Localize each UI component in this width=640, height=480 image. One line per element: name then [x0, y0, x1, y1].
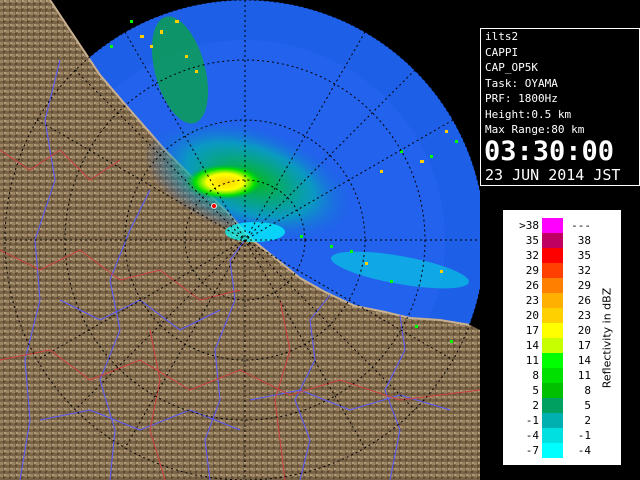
legend-color-swatch: [542, 308, 563, 323]
reflectivity-legend: >38 --- 35 38 32 35 29 32 26 29 23 26 20 23 17 20 14 17 11…: [503, 210, 621, 465]
legend-row-high: 11: [577, 369, 591, 382]
legend-row-low: 29: [525, 264, 539, 277]
info-site: ilts2: [485, 30, 519, 43]
legend-row-low: 26: [525, 279, 539, 292]
legend-row-low: 5: [532, 384, 539, 397]
echo-clutter-center: [225, 222, 285, 242]
legend-color-swatch: [542, 248, 563, 263]
scan-time: 03:30:00: [484, 135, 615, 167]
legend-color-swatch: [542, 413, 563, 428]
legend-color-swatch: [542, 398, 563, 413]
legend-color-swatch: [542, 323, 563, 338]
info-task: Task: OYAMA: [485, 76, 558, 90]
legend-color-swatch: [542, 383, 563, 398]
legend-row-high: 29: [577, 279, 591, 292]
legend-row-high: 32: [577, 264, 591, 277]
legend-row-high: 20: [577, 324, 591, 337]
legend-row-low: -7: [525, 444, 539, 457]
legend-row-high: 14: [577, 354, 591, 367]
legend-row-low: 35: [525, 234, 539, 247]
legend-row-low: 11: [525, 354, 539, 367]
info-product-name: CAP_OP5K: [485, 61, 538, 74]
legend-color-swatch: [542, 278, 563, 293]
legend-row-high: -4: [577, 444, 591, 457]
legend-row-high: ---: [571, 219, 591, 232]
legend-row-low: -4: [525, 429, 539, 442]
legend-color-swatch: [542, 233, 563, 248]
legend-row-high: 38: [577, 234, 591, 247]
legend-row-high: 23: [577, 309, 591, 322]
legend-color-swatch: [542, 338, 563, 353]
info-height: Height:0.5 km: [485, 107, 572, 121]
radar-site-marker: [211, 203, 217, 209]
legend-row-high: 2: [584, 414, 591, 427]
legend-color-swatch: [542, 368, 563, 383]
legend-row-high: 26: [577, 294, 591, 307]
legend-color-swatch: [542, 293, 563, 308]
legend-row-low: 14: [525, 339, 539, 352]
legend-row-high: 8: [584, 384, 591, 397]
info-product: CAPPI: [485, 45, 519, 59]
echo-core: [185, 164, 265, 200]
legend-color-swatch: [542, 353, 563, 368]
legend-row-low: 17: [525, 324, 539, 337]
legend-unit-label: Reflectivity in dBZ: [595, 210, 619, 465]
legend-row-high: 35: [577, 249, 591, 262]
legend-row-low: 23: [525, 294, 539, 307]
legend-row-high: 17: [577, 339, 591, 352]
legend-row-low: -1: [525, 414, 539, 427]
legend-color-swatch: [542, 443, 563, 458]
radar-map: [0, 0, 480, 480]
scan-date: 23 JUN 2014 JST: [485, 165, 621, 184]
legend-row-low: 20: [525, 309, 539, 322]
legend-unit-text: Reflectivity in dBZ: [600, 287, 614, 389]
legend-color-swatch: [542, 218, 563, 233]
legend-row-high: 5: [584, 399, 591, 412]
info-prf: PRF: 1800Hz: [485, 92, 558, 105]
scan-info-panel: ilts2 CAPPI CAP_OP5K Task: OYAMA PRF: 18…: [480, 28, 640, 186]
legend-row-high: -1: [577, 429, 591, 442]
legend-row-low: 2: [532, 399, 539, 412]
legend-row-low: 8: [532, 369, 539, 382]
legend-color-swatch: [542, 428, 563, 443]
legend-row-low: 32: [525, 249, 539, 262]
legend-row-low: >38: [519, 219, 539, 232]
legend-color-swatch: [542, 263, 563, 278]
